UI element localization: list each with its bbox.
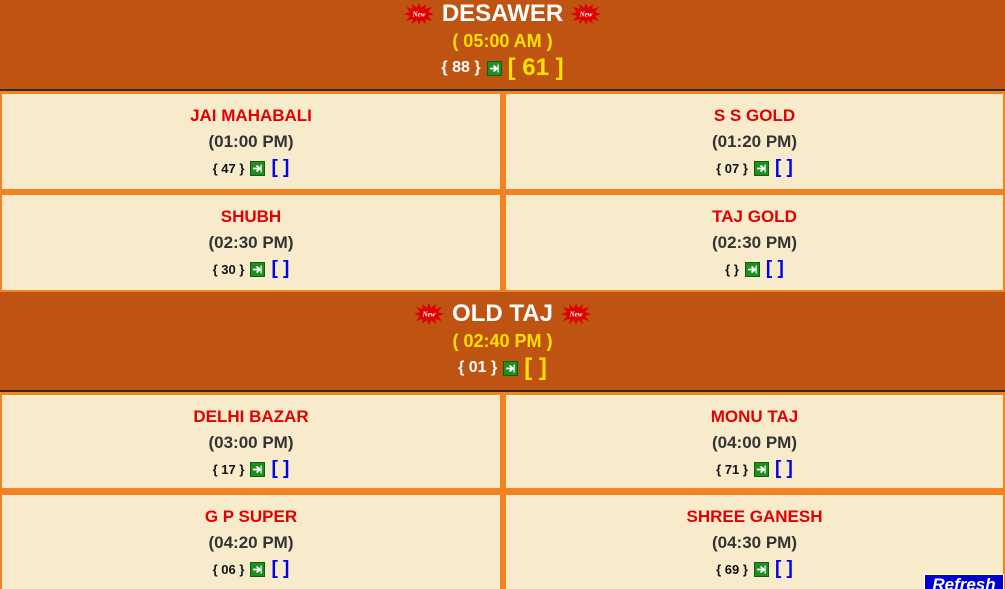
featured-title: OLD TAJ bbox=[452, 300, 553, 327]
previous-result: { 88 } bbox=[441, 59, 481, 76]
svg-text:New: New bbox=[579, 11, 593, 19]
game-time: (04:00 PM) bbox=[711, 433, 798, 452]
game-name: JAI MAHABALI bbox=[190, 106, 312, 125]
svg-text:New: New bbox=[569, 311, 583, 319]
game-name: MONU TAJ bbox=[710, 407, 799, 426]
game-result-row: { } [ ] bbox=[506, 258, 1003, 280]
game-result-row: { 07 } [ ] bbox=[506, 157, 1003, 179]
arrow-right-icon bbox=[250, 461, 266, 477]
new-badge-icon: New bbox=[560, 303, 591, 325]
previous-result: { 71 } bbox=[716, 461, 748, 477]
arrow-right-icon bbox=[503, 360, 519, 376]
game-card: TAJ GOLD (02:30 PM) { } [ ] bbox=[506, 195, 1003, 290]
game-result-row: { 47 } [ ] bbox=[2, 157, 500, 179]
current-result: [ ] bbox=[271, 258, 290, 279]
previous-result: { 47 } bbox=[212, 160, 245, 176]
arrow-right-icon bbox=[250, 561, 266, 577]
game-name: G P SUPER bbox=[204, 507, 298, 526]
game-time: (01:20 PM) bbox=[711, 132, 798, 151]
arrow-right-icon bbox=[753, 160, 769, 176]
game-result-row: { 30 } [ ] bbox=[2, 258, 500, 280]
featured-title-row: New DESAWER New bbox=[0, 0, 1005, 28]
current-result: [ ] bbox=[271, 558, 290, 579]
current-result: [ ] bbox=[271, 458, 290, 479]
game-result-row: { 71 } [ ] bbox=[506, 458, 1003, 480]
featured-banner-desawer: New DESAWER New ( 05:00 AM ) { 88 } [ 61… bbox=[0, 0, 1005, 91]
refresh-button[interactable]: Refresh bbox=[924, 574, 1004, 589]
new-badge-icon: New bbox=[414, 303, 445, 325]
arrow-right-icon bbox=[250, 160, 266, 176]
game-name: SHUBH bbox=[220, 207, 282, 226]
game-time: (04:30 PM) bbox=[711, 533, 798, 552]
game-name: SHREE GANESH bbox=[686, 507, 823, 526]
previous-result: { } bbox=[725, 261, 739, 277]
current-result: [ ] bbox=[524, 354, 547, 381]
previous-result: { 69 } bbox=[716, 561, 748, 577]
arrow-right-icon bbox=[250, 261, 266, 277]
previous-result: { 30 } bbox=[212, 261, 245, 277]
current-result: [ ] bbox=[774, 558, 793, 579]
game-card: G P SUPER (04:20 PM) { 06 } [ ] bbox=[2, 495, 500, 589]
game-name: S S GOLD bbox=[713, 106, 796, 125]
featured-banner-old-taj: New OLD TAJ New ( 02:40 PM ) { 01 } [ ] bbox=[0, 292, 1005, 392]
game-time: (02:30 PM) bbox=[711, 233, 798, 252]
current-result: [ ] bbox=[271, 157, 290, 178]
results-page: New DESAWER New ( 05:00 AM ) { 88 } [ 61… bbox=[0, 0, 1005, 589]
arrow-right-icon bbox=[486, 60, 502, 76]
game-card: MONU TAJ (04:00 PM) { 71 } [ ] bbox=[506, 395, 1003, 488]
current-result: [ 61 ] bbox=[507, 54, 564, 81]
game-card: SHUBH (02:30 PM) { 30 } [ ] bbox=[2, 195, 500, 290]
previous-result: { 17 } bbox=[212, 461, 245, 477]
game-time: (04:20 PM) bbox=[208, 533, 294, 552]
current-result: [ ] bbox=[765, 258, 784, 279]
game-card: DELHI BAZAR (03:00 PM) { 17 } [ ] bbox=[2, 395, 500, 488]
featured-title-row: New OLD TAJ New bbox=[0, 300, 1005, 328]
featured-result-row: { 01 } [ ] bbox=[0, 354, 1005, 382]
current-result: [ ] bbox=[774, 157, 793, 178]
game-time: (01:00 PM) bbox=[208, 132, 294, 151]
new-badge-icon: New bbox=[571, 3, 602, 25]
game-result-row: { 06 } [ ] bbox=[2, 558, 500, 580]
arrow-right-icon bbox=[744, 261, 760, 277]
game-name: DELHI BAZAR bbox=[193, 407, 309, 426]
previous-result: { 01 } bbox=[458, 359, 498, 376]
previous-result: { 06 } bbox=[212, 561, 245, 577]
featured-title: DESAWER bbox=[441, 0, 564, 27]
svg-text:New: New bbox=[411, 11, 425, 19]
game-time: (03:00 PM) bbox=[208, 433, 294, 452]
game-time: (02:30 PM) bbox=[208, 233, 294, 252]
game-name: TAJ GOLD bbox=[712, 207, 797, 226]
featured-result-row: { 88 } [ 61 ] bbox=[0, 54, 1005, 82]
previous-result: { 07 } bbox=[716, 160, 748, 176]
svg-text:New: New bbox=[422, 311, 436, 319]
new-badge-icon: New bbox=[403, 3, 434, 25]
arrow-right-icon bbox=[753, 461, 769, 477]
arrow-right-icon bbox=[753, 561, 769, 577]
featured-time: ( 02:40 PM ) bbox=[452, 331, 553, 351]
game-card: S S GOLD (01:20 PM) { 07 } [ ] bbox=[506, 94, 1003, 189]
featured-time: ( 05:00 AM ) bbox=[452, 31, 553, 51]
game-card: JAI MAHABALI (01:00 PM) { 47 } [ ] bbox=[2, 94, 500, 189]
game-result-row: { 17 } [ ] bbox=[2, 458, 500, 480]
current-result: [ ] bbox=[774, 458, 793, 479]
